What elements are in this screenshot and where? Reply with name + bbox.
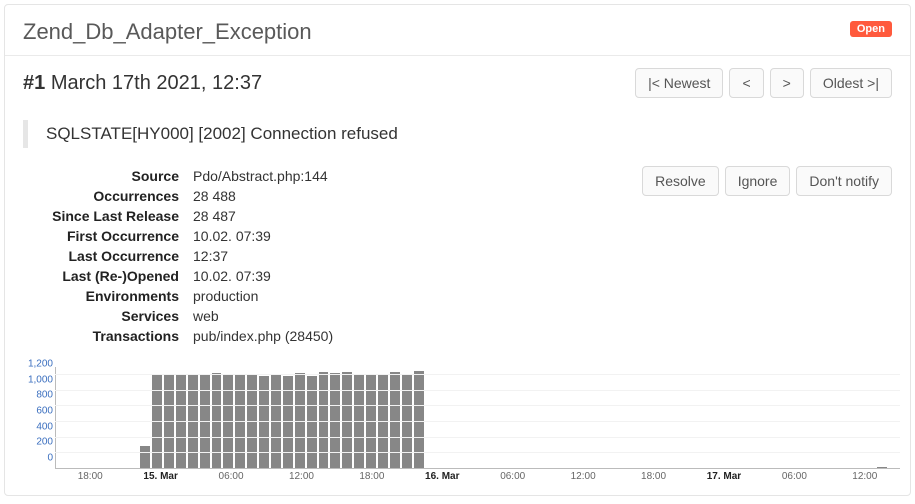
- next-button[interactable]: >: [770, 68, 804, 98]
- chart-xtick-major: 15. Mar: [143, 471, 177, 482]
- chart-ytick: 0: [47, 453, 53, 464]
- chart-xtick: 12:00: [571, 471, 596, 482]
- error-panel: Zend_Db_Adapter_Exception Open #1 March …: [4, 4, 911, 496]
- value-services: web: [193, 306, 219, 326]
- chart-xtick: 12:00: [852, 471, 877, 482]
- chart-bar: [140, 446, 150, 468]
- chart-bar: [152, 375, 162, 468]
- chart-bars: [56, 367, 900, 468]
- chart-bar: [319, 372, 329, 468]
- prev-button[interactable]: <: [729, 68, 763, 98]
- chart-xtick: 06:00: [500, 471, 525, 482]
- chart-xtick: 06:00: [782, 471, 807, 482]
- detail-row: SourcePdo/Abstract.php:144 Occurrences28…: [5, 166, 910, 346]
- dont-notify-button[interactable]: Don't notify: [796, 166, 892, 196]
- chart-bar: [307, 376, 317, 468]
- value-occurrences: 28 488: [193, 186, 236, 206]
- chart-bar: [366, 374, 376, 468]
- label-last-occurrence: Last Occurrence: [23, 246, 193, 266]
- action-buttons: Resolve Ignore Don't notify: [642, 166, 892, 346]
- value-source: Pdo/Abstract.php:144: [193, 166, 328, 186]
- chart-xtick: 12:00: [289, 471, 314, 482]
- chart-ytick: 1,000: [28, 374, 53, 385]
- chart-bar: [235, 374, 245, 468]
- occurrence-datetime: March 17th 2021, 12:37: [51, 72, 262, 94]
- value-last-reopened: 10.02. 07:39: [193, 266, 271, 286]
- chart-bar: [330, 373, 340, 468]
- chart-ytick: 800: [36, 390, 53, 401]
- chart-bar: [188, 375, 198, 468]
- chart-bar: [259, 376, 269, 468]
- label-last-reopened: Last (Re-)Opened: [23, 266, 193, 286]
- chart-bar: [414, 371, 424, 468]
- occurrence-chart: 02004006008001,0001,20018:0015. Mar06:00…: [15, 367, 900, 487]
- occurrence-title: #1 March 17th 2021, 12:37: [23, 72, 262, 95]
- label-environments: Environments: [23, 286, 193, 306]
- error-message: SQLSTATE[HY000] [2002] Connection refuse…: [23, 120, 892, 148]
- resolve-button[interactable]: Resolve: [642, 166, 719, 196]
- chart-bar: [283, 376, 293, 468]
- chart-ytick: 400: [36, 421, 53, 432]
- chart-bar: [402, 374, 412, 468]
- newest-button[interactable]: |< Newest: [635, 68, 723, 98]
- exception-title: Zend_Db_Adapter_Exception: [23, 19, 312, 45]
- chart-ytick: 1,200: [28, 358, 53, 369]
- chart-bar: [271, 374, 281, 468]
- label-source: Source: [23, 166, 193, 186]
- chart-bar: [176, 374, 186, 468]
- value-first-occurrence: 10.02. 07:39: [193, 226, 271, 246]
- chart-bar: [877, 467, 887, 468]
- chart-ytick: 200: [36, 437, 53, 448]
- label-occurrences: Occurrences: [23, 186, 193, 206]
- chart-xtick: 06:00: [219, 471, 244, 482]
- chart-bar: [354, 374, 364, 468]
- detail-table: SourcePdo/Abstract.php:144 Occurrences28…: [23, 166, 333, 346]
- chart-bar: [378, 374, 388, 468]
- chart-bar: [223, 375, 233, 468]
- occurrence-nav: |< Newest < > Oldest >|: [635, 68, 892, 98]
- chart-bar: [295, 373, 305, 468]
- chart-xtick: 18:00: [78, 471, 103, 482]
- value-since-last-release: 28 487: [193, 206, 236, 226]
- ignore-button[interactable]: Ignore: [725, 166, 791, 196]
- chart-bar: [200, 375, 210, 468]
- value-last-occurrence: 12:37: [193, 246, 228, 266]
- occurrence-header: #1 March 17th 2021, 12:37 |< Newest < > …: [5, 56, 910, 108]
- chart-ytick: 600: [36, 405, 53, 416]
- chart-xtick-major: 17. Mar: [707, 471, 741, 482]
- value-environments: production: [193, 286, 258, 306]
- chart-bar: [390, 372, 400, 468]
- chart-bar: [247, 374, 257, 468]
- chart-bar: [164, 375, 174, 468]
- title-bar: Zend_Db_Adapter_Exception Open: [5, 5, 910, 55]
- status-badge: Open: [850, 21, 892, 37]
- label-transactions: Transactions: [23, 326, 193, 346]
- chart-xtick-major: 16. Mar: [425, 471, 459, 482]
- chart-bar: [342, 372, 352, 468]
- chart-xtick: 18:00: [359, 471, 384, 482]
- label-since-last-release: Since Last Release: [23, 206, 193, 226]
- chart-bar: [212, 373, 222, 468]
- chart-plot: [55, 367, 900, 469]
- oldest-button[interactable]: Oldest >|: [810, 68, 892, 98]
- occurrence-number: #1: [23, 72, 45, 94]
- chart-xtick: 18:00: [641, 471, 666, 482]
- label-services: Services: [23, 306, 193, 326]
- value-transactions: pub/index.php (28450): [193, 326, 333, 346]
- label-first-occurrence: First Occurrence: [23, 226, 193, 246]
